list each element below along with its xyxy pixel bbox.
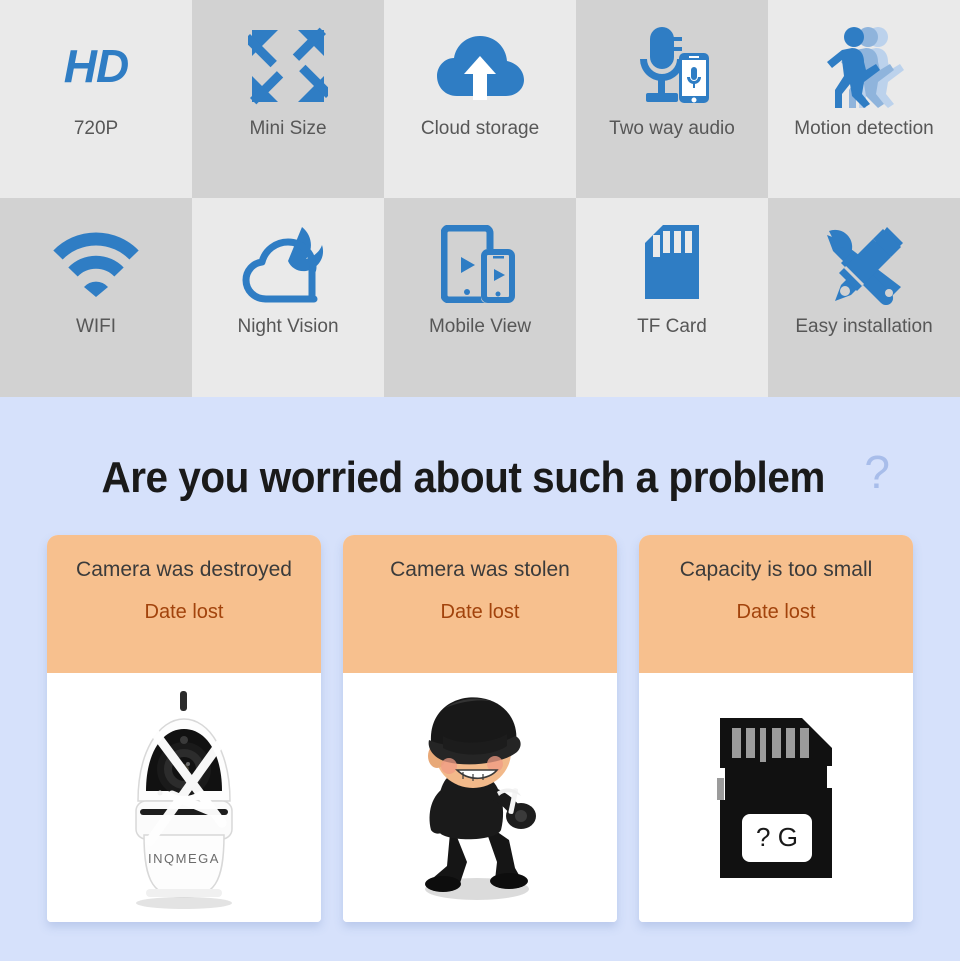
problem-cards: Camera was destroyed Date lost INQMEGA C… xyxy=(0,535,960,922)
feature-cell-night-vision: Night Vision xyxy=(192,198,384,397)
feature-label: Motion detection xyxy=(794,118,934,139)
feature-label: Two way audio xyxy=(609,118,735,139)
feature-cell-mini-size: Mini Size xyxy=(192,0,384,198)
feature-label: Night Vision xyxy=(237,316,339,337)
hd-icon-text: HD xyxy=(63,40,129,92)
compress-arrows-icon xyxy=(192,0,384,118)
cloud-moon-icon xyxy=(192,198,384,316)
feature-cell-tf-card: TF Card xyxy=(576,198,768,397)
card-subtitle: Date lost xyxy=(736,601,816,624)
feature-label: 720P xyxy=(73,118,119,139)
card-title: Camera was destroyed xyxy=(76,558,292,581)
broken-camera-image: INQMEGA xyxy=(135,690,233,909)
feature-cell-wifi: WIFI xyxy=(0,198,192,397)
problem-card: Camera was stolen Date lost xyxy=(343,535,617,922)
product-feature-page: HD 720P Mini Size Cloud storage Two way … xyxy=(0,0,960,961)
headline-question-mark: ? xyxy=(864,446,890,498)
feature-cell-720p: HD 720P xyxy=(0,0,192,198)
feature-cell-easy-installation: Easy installation xyxy=(768,198,960,397)
feature-label: WIFI xyxy=(75,316,117,337)
thief-image xyxy=(425,697,536,900)
card-subtitle: Date lost xyxy=(144,601,224,624)
card-subtitle: Date lost xyxy=(440,601,520,624)
tablet-phone-icon xyxy=(384,198,576,316)
card-header: Camera was destroyed Date lost xyxy=(47,535,321,673)
feature-cell-cloud-storage: Cloud storage xyxy=(384,0,576,198)
svg-text:INQMEGA: INQMEGA xyxy=(148,851,220,866)
card-image-area: INQMEGA xyxy=(47,673,321,922)
card-title: Capacity is too small xyxy=(679,558,873,581)
cloud-upload-icon xyxy=(384,0,576,118)
problem-section: Are you worried about such a problem? Ca… xyxy=(0,397,960,961)
feature-label: Cloud storage xyxy=(420,118,540,139)
feature-cell-mobile-view: Mobile View xyxy=(384,198,576,397)
card-image-area xyxy=(343,673,617,922)
feature-cell-two-way-audio: Two way audio xyxy=(576,0,768,198)
feature-label: Easy installation xyxy=(795,316,933,337)
problem-headline: Are you worried about such a problem? xyxy=(0,397,960,503)
card-title: Camera was stolen xyxy=(390,558,570,581)
hd-icon: HD xyxy=(0,0,192,118)
sd-card-image: ? G xyxy=(716,717,836,878)
headline-text: Are you worried about such a problem xyxy=(101,453,825,502)
wifi-icon xyxy=(0,198,192,316)
card-header: Camera was stolen Date lost xyxy=(343,535,617,673)
card-image-area: ? G xyxy=(639,673,913,922)
problem-card: Camera was destroyed Date lost INQMEGA xyxy=(47,535,321,922)
wrench-screwdriver-icon xyxy=(768,198,960,316)
problem-card: Capacity is too small Date lost ? G xyxy=(639,535,913,922)
microphone-phone-icon xyxy=(576,0,768,118)
sd-card-icon xyxy=(576,198,768,316)
feature-label: Mini Size xyxy=(249,118,327,139)
feature-label: TF Card xyxy=(637,316,707,337)
feature-label: Mobile View xyxy=(428,316,532,337)
feature-cell-motion-detection: Motion detection xyxy=(768,0,960,198)
feature-grid: HD 720P Mini Size Cloud storage Two way … xyxy=(0,0,960,397)
card-header: Capacity is too small Date lost xyxy=(639,535,913,673)
sd-card-capacity-label: ? G xyxy=(756,822,798,852)
walking-person-icon xyxy=(768,0,960,118)
